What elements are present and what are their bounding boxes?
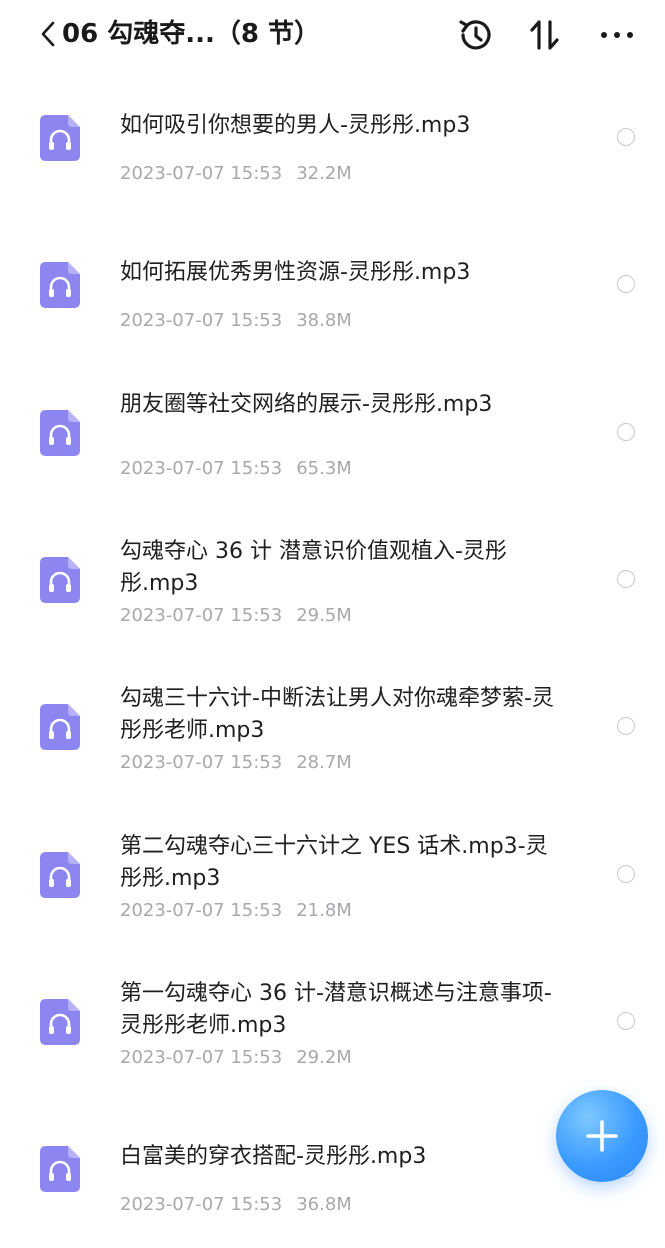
- file-meta: 2023-07-07 15:53 32.2M: [120, 162, 352, 186]
- file-date: 2023-07-07 15:53: [120, 1046, 283, 1068]
- file-name: 第一勾魂夺心 36 计-潜意识概述与注意事项-灵彤彤老师.mp3: [120, 980, 552, 1038]
- select-radio[interactable]: [617, 422, 635, 441]
- audio-file-icon: [40, 1146, 80, 1193]
- file-date: 2023-07-07 15:53: [120, 899, 283, 921]
- history-icon: [459, 20, 491, 50]
- file-date: 2023-07-07 15:53: [120, 1194, 283, 1216]
- select-radio[interactable]: [617, 864, 635, 883]
- file-size: 36.8M: [296, 1194, 352, 1216]
- top-bar: 06 勾魂夺...（8 节）: [0, 0, 665, 70]
- file-date: 2023-07-07 15:53: [120, 310, 283, 332]
- file-name: 如何拓展优秀男性资源-灵彤彤.mp3: [120, 260, 471, 286]
- sort-icon: [530, 20, 559, 50]
- audio-file-icon: [40, 115, 80, 161]
- file-row[interactable]: 如何拓展优秀男性资源-灵彤彤.mp3 2023-07-07 15:53 38.8M: [0, 217, 665, 364]
- select-radio[interactable]: [617, 275, 635, 294]
- back-button[interactable]: [34, 18, 62, 50]
- file-name: 白富美的穿衣搭配-灵彤彤.mp3: [120, 1144, 427, 1170]
- file-row[interactable]: 如何吸引你想要的男人-灵彤彤.mp3 2023-07-07 15:53 32.2M: [0, 70, 665, 217]
- file-row[interactable]: 朋友圈等社交网络的展示-灵彤彤.mp3 2023-07-07 15:53 65.3M: [0, 365, 665, 512]
- audio-file-icon: [40, 851, 80, 898]
- select-radio[interactable]: [617, 717, 635, 736]
- file-row[interactable]: 勾魂三十六计-中断法让男人对你魂牵梦萦-灵彤彤老师.mp3 2023-07-07 …: [0, 659, 665, 806]
- file-date: 2023-07-07 15:53: [120, 604, 283, 626]
- file-size: 21.8M: [296, 899, 352, 921]
- more-dots-icon: [601, 32, 633, 38]
- file-size: 29.2M: [296, 1046, 352, 1068]
- audio-file-icon: [40, 409, 80, 456]
- file-date: 2023-07-07 15:53: [120, 163, 283, 184]
- file-meta: 2023-07-07 15:53 28.7M: [120, 751, 352, 775]
- file-meta: 2023-07-07 15:53 36.8M: [120, 1193, 352, 1217]
- more-button[interactable]: [596, 14, 638, 56]
- file-meta: 2023-07-07 15:53 21.8M: [120, 899, 352, 923]
- audio-file-icon: [40, 704, 80, 751]
- file-name: 如何吸引你想要的男人-灵彤彤.mp3: [120, 113, 471, 138]
- sort-button[interactable]: [524, 14, 566, 56]
- file-date: 2023-07-07 15:53: [120, 752, 283, 774]
- add-button[interactable]: [556, 1090, 648, 1182]
- history-button[interactable]: [454, 14, 496, 56]
- select-radio[interactable]: [617, 128, 635, 146]
- file-meta: 2023-07-07 15:53 65.3M: [120, 457, 352, 481]
- page-title: 06 勾魂夺...（8 节）: [62, 19, 321, 49]
- select-radio[interactable]: [617, 1011, 635, 1030]
- file-size: 28.7M: [296, 752, 352, 774]
- file-name: 勾魂三十六计-中断法让男人对你魂牵梦萦-灵彤彤老师.mp3: [120, 686, 554, 744]
- file-size: 65.3M: [296, 457, 352, 479]
- audio-file-icon: [40, 262, 80, 309]
- file-meta: 2023-07-07 15:53 29.2M: [120, 1046, 352, 1070]
- file-row[interactable]: 勾魂夺心 36 计 潜意识价值观植入-灵彤彤.mp3 2023-07-07 15:…: [0, 512, 665, 659]
- select-radio[interactable]: [617, 569, 635, 588]
- plus-icon: [586, 1120, 618, 1152]
- file-name: 第二勾魂夺心三十六计之 YES 话术.mp3-灵彤彤.mp3: [120, 833, 548, 891]
- audio-file-icon: [40, 998, 80, 1045]
- audio-file-icon: [40, 556, 80, 603]
- file-size: 29.5M: [296, 604, 352, 626]
- chevron-left-icon: [41, 21, 55, 47]
- file-name: 勾魂夺心 36 计 潜意识价值观植入-灵彤彤.mp3: [120, 538, 507, 596]
- file-date: 2023-07-07 15:53: [120, 457, 283, 479]
- file-name: 朋友圈等社交网络的展示-灵彤彤.mp3: [120, 391, 493, 417]
- file-row[interactable]: 第二勾魂夺心三十六计之 YES 话术.mp3-灵彤彤.mp3 2023-07-07…: [0, 807, 665, 954]
- file-meta: 2023-07-07 15:53 29.5M: [120, 604, 352, 628]
- file-meta: 2023-07-07 15:53 38.8M: [120, 309, 352, 333]
- file-row[interactable]: 第一勾魂夺心 36 计-潜意识概述与注意事项-灵彤彤老师.mp3 2023-07-…: [0, 954, 665, 1101]
- file-size: 32.2M: [296, 163, 352, 184]
- file-size: 38.8M: [296, 310, 352, 332]
